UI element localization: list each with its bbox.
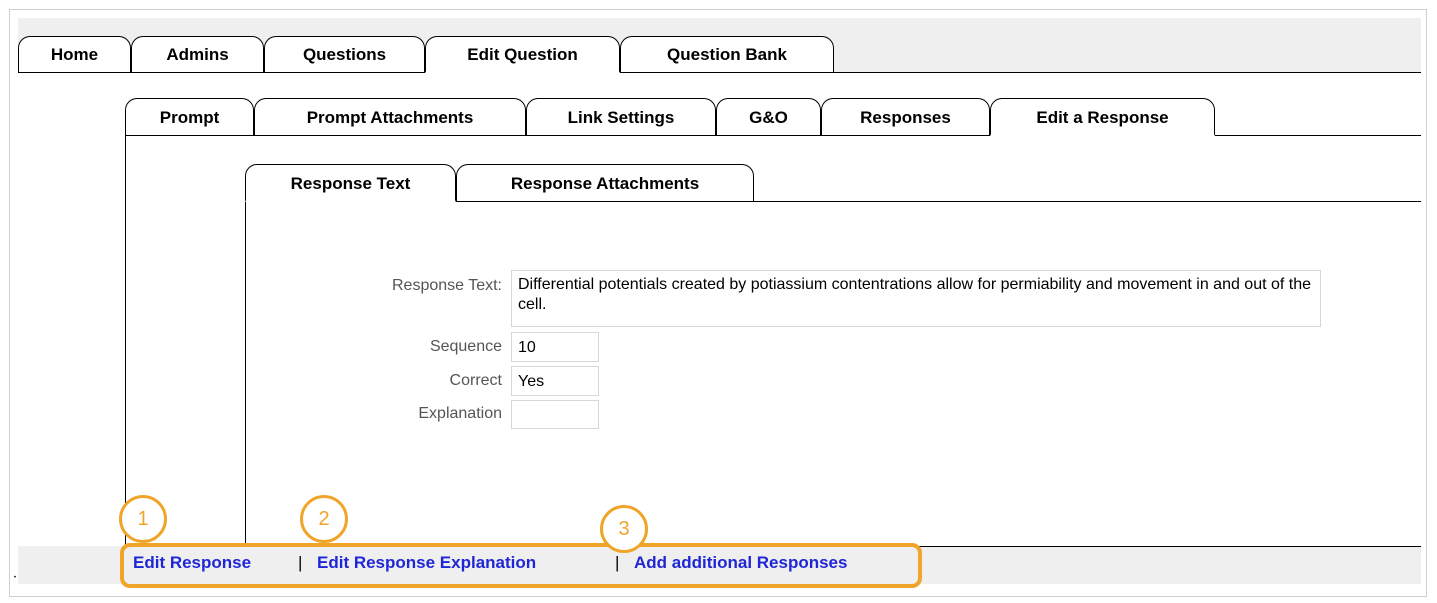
corner-mark: •: [14, 575, 17, 581]
response-text-field: Differential potentials created by potia…: [511, 270, 1321, 327]
tab-g-and-o[interactable]: G&O: [716, 98, 821, 136]
main-tabs-baseline: [18, 72, 425, 73]
tab-question-bank[interactable]: Question Bank: [620, 36, 834, 73]
callout-badge-2: 2: [300, 495, 348, 543]
response-panel-left-border: [245, 201, 246, 546]
correct-field: Yes: [511, 366, 599, 396]
response-text-label: Response Text:: [392, 277, 502, 294]
tab-questions[interactable]: Questions: [264, 36, 425, 73]
tab-edit-question[interactable]: Edit Question: [425, 36, 620, 73]
tab-prompt-attachments[interactable]: Prompt Attachments: [254, 98, 526, 136]
tab-response-attachments[interactable]: Response Attachments: [456, 164, 754, 202]
main-tabs-baseline-right: [620, 72, 1421, 73]
sequence-label: Sequence: [429, 338, 502, 355]
response-tabs-baseline: [456, 201, 1421, 202]
explanation-field: [511, 400, 599, 429]
correct-label: Correct: [449, 372, 502, 389]
highlight-annotation-box: [120, 543, 922, 588]
callout-badge-1: 1: [119, 495, 167, 543]
question-tabs-baseline-right: [1215, 135, 1421, 136]
callout-badge-3: 3: [600, 505, 648, 553]
tab-response-text[interactable]: Response Text: [245, 164, 456, 202]
tab-edit-a-response[interactable]: Edit a Response: [990, 98, 1215, 136]
tab-link-settings[interactable]: Link Settings: [526, 98, 716, 136]
question-panel-left-border: [125, 135, 126, 546]
question-tabs-baseline: [125, 135, 990, 136]
tab-admins[interactable]: Admins: [131, 36, 264, 73]
tab-responses[interactable]: Responses: [821, 98, 990, 136]
sequence-field: 10: [511, 332, 599, 362]
explanation-label: Explanation: [418, 405, 502, 422]
tab-prompt[interactable]: Prompt: [125, 98, 254, 136]
tab-home[interactable]: Home: [18, 36, 131, 73]
